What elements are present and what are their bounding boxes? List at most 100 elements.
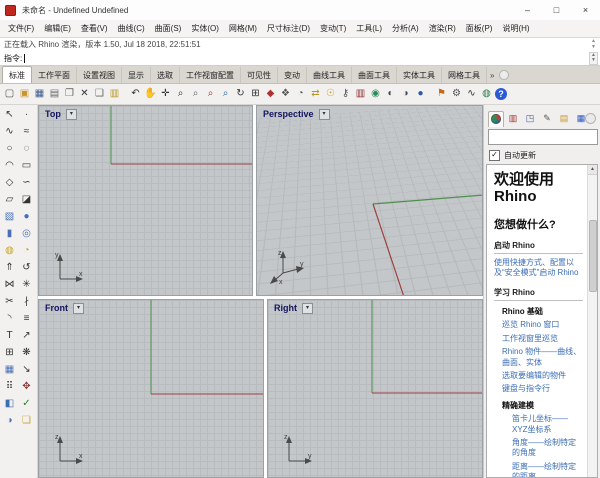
insert-block-icon[interactable]: ↘ <box>19 362 34 377</box>
command-history-scroll[interactable]: ▲ ▼ <box>589 38 598 50</box>
zoom-dynamic-icon[interactable]: ⌕ <box>174 87 187 101</box>
viewport-label-right[interactable]: Right <box>271 302 300 314</box>
toolbar-tab[interactable]: 变动 <box>278 67 307 83</box>
toolbar-tab[interactable]: 标准 <box>2 66 32 83</box>
menu-item[interactable]: 工具(L) <box>351 21 387 36</box>
offset-curve-icon[interactable]: ≡ <box>19 311 34 326</box>
control-point-curve-icon[interactable]: ∿ <box>2 124 17 139</box>
gumball-icon[interactable]: ✥ <box>19 379 34 394</box>
web-globe-icon[interactable]: ◍ <box>480 87 493 101</box>
surface-3pt-icon[interactable]: ▱ <box>2 192 17 207</box>
toolbar-tab[interactable]: 设置视图 <box>77 67 122 83</box>
render-icon[interactable]: ◉ <box>369 87 382 101</box>
scrollbar-thumb[interactable] <box>589 220 597 292</box>
open-folder-icon[interactable]: ▣ <box>18 87 31 101</box>
viewport-label-perspective[interactable]: Perspective <box>260 108 317 120</box>
arc-icon[interactable]: ◠ <box>2 158 17 173</box>
viewport-label-front[interactable]: Front <box>42 302 71 314</box>
cylinder-icon[interactable]: ▮ <box>2 226 17 241</box>
toolbar-tab[interactable]: 网格工具 <box>442 67 487 83</box>
shaded-viewport-icon[interactable]: ◑ <box>399 87 412 101</box>
viewport-top[interactable]: Top ▾ y x <box>38 105 253 296</box>
help-icon[interactable]: ? <box>495 88 507 100</box>
paste-icon[interactable]: ▥ <box>108 87 121 101</box>
zoom-window-icon[interactable]: ⌕ <box>189 87 202 101</box>
maximize-viewport-icon[interactable]: ◆ <box>264 87 277 101</box>
menu-item[interactable]: 编辑(E) <box>39 21 76 36</box>
selection-filter-icon[interactable]: ✓ <box>19 396 34 411</box>
fillet-curves-icon[interactable]: ◝ <box>2 311 17 326</box>
print-icon[interactable]: ▤ <box>48 87 61 101</box>
toolbar-tab[interactable]: 选取 <box>151 67 180 83</box>
menu-item[interactable]: 文件(F) <box>3 21 39 36</box>
menu-item[interactable]: 尺寸标注(D) <box>262 21 315 36</box>
sphere-icon[interactable]: ● <box>19 209 34 224</box>
auto-update-checkbox[interactable]: ✓ <box>489 150 500 161</box>
welcome-link[interactable]: 选取要编辑的物件 <box>494 371 583 381</box>
ellipse-icon[interactable]: ◌ <box>19 141 34 156</box>
rectangular-array-icon[interactable]: ⊞ <box>2 345 17 360</box>
interpolate-curve-icon[interactable]: ≈ <box>19 124 34 139</box>
explode-icon[interactable]: ✳ <box>19 277 34 292</box>
menu-item[interactable]: 曲面(S) <box>150 21 187 36</box>
viewport-label-top[interactable]: Top <box>42 108 64 120</box>
close-button[interactable]: × <box>571 0 600 20</box>
render-panel-tab[interactable]: ◉ <box>488 110 504 127</box>
minimize-button[interactable]: – <box>513 0 542 20</box>
render-preview-icon[interactable]: ◐ <box>384 87 397 101</box>
tab-options-button[interactable] <box>499 70 510 80</box>
panel-scrollbar[interactable]: ▲ <box>587 165 597 477</box>
notes-panel-tab[interactable]: ✎ <box>539 110 555 127</box>
analyze-surface-icon[interactable]: ◑ <box>2 413 17 428</box>
menu-item[interactable]: 查看(V) <box>76 21 113 36</box>
zoom-selected-icon[interactable]: ⌕ <box>219 87 232 101</box>
toolbar-tab[interactable]: 工作视窗配置 <box>180 67 241 83</box>
panel-options-button[interactable] <box>585 113 596 124</box>
point-icon[interactable]: ∙ <box>19 107 34 122</box>
move-icon[interactable]: ✛ <box>159 87 172 101</box>
save-icon[interactable]: ▦ <box>33 87 46 101</box>
viewport-front[interactable]: Front ▾ z x <box>38 299 264 478</box>
toolbar-tab[interactable]: 曲面工具 <box>352 67 397 83</box>
context-help-panel-tab[interactable]: ◳ <box>522 110 538 127</box>
menu-item[interactable]: 面板(P) <box>461 21 498 36</box>
trim-icon[interactable]: ✂ <box>2 294 17 309</box>
zoom-extents-icon[interactable]: ⌕ <box>204 87 217 101</box>
menu-item[interactable]: 说明(H) <box>497 21 534 36</box>
named-views-icon[interactable]: ❖ <box>279 87 292 101</box>
help-panel-tab[interactable]: ▥ <box>505 110 521 127</box>
scroll-up-icon[interactable]: ▲ <box>588 165 597 175</box>
notes-icon[interactable]: ❏ <box>19 413 34 428</box>
visibility-lamp-icon[interactable]: ☉ <box>324 87 337 101</box>
welcome-link[interactable]: 距离——绘制特定的距离 <box>494 462 583 477</box>
paint-bucket-icon[interactable]: ◧ <box>2 396 17 411</box>
boolean-union-icon[interactable]: ◍ <box>2 243 17 258</box>
viewport-dropdown-icon[interactable]: ▾ <box>73 302 84 314</box>
leader-icon[interactable]: ↗ <box>19 328 34 343</box>
welcome-link[interactable]: Rhino 物件——曲线、曲面、实体 <box>494 347 583 368</box>
menu-item[interactable]: 实体(O) <box>186 21 224 36</box>
command-spinner[interactable]: ▲ ▼ <box>589 52 598 65</box>
toolbar-tab[interactable]: 曲线工具 <box>307 67 352 83</box>
copy-view-icon[interactable]: ⇄ <box>309 87 322 101</box>
select-pointer-icon[interactable]: ↖ <box>2 107 17 122</box>
menu-item[interactable]: 网格(M) <box>224 21 262 36</box>
menu-item[interactable]: 曲线(C) <box>113 21 150 36</box>
layers-book-icon[interactable]: ▥ <box>354 87 367 101</box>
spinner-down-icon[interactable]: ▼ <box>590 58 597 63</box>
polygon-icon[interactable]: ◇ <box>2 175 17 190</box>
rendered-viewport-icon[interactable]: ● <box>414 87 427 101</box>
viewport-dropdown-icon[interactable]: ▾ <box>65 108 77 120</box>
command-input[interactable]: 指令: <box>0 51 600 66</box>
text-tool-icon[interactable]: T <box>2 328 17 343</box>
viewport-layout-icon[interactable]: ⊞ <box>249 87 262 101</box>
toolbar-tab[interactable]: 实体工具 <box>397 67 442 83</box>
menu-item[interactable]: 变动(T) <box>315 21 351 36</box>
toolbar-tab[interactable]: 可见性 <box>241 67 278 83</box>
delete-icon[interactable]: ✕ <box>78 87 91 101</box>
revolve-icon[interactable]: ↺ <box>19 260 34 275</box>
loft-surface-icon[interactable]: ◪ <box>19 192 34 207</box>
welcome-link[interactable]: 工作视窗里巡览 <box>494 334 583 344</box>
welcome-link[interactable]: 使用快捷方式、配置以及“安全模式”启动 Rhino <box>494 258 583 279</box>
torus-icon[interactable]: ◎ <box>19 226 34 241</box>
